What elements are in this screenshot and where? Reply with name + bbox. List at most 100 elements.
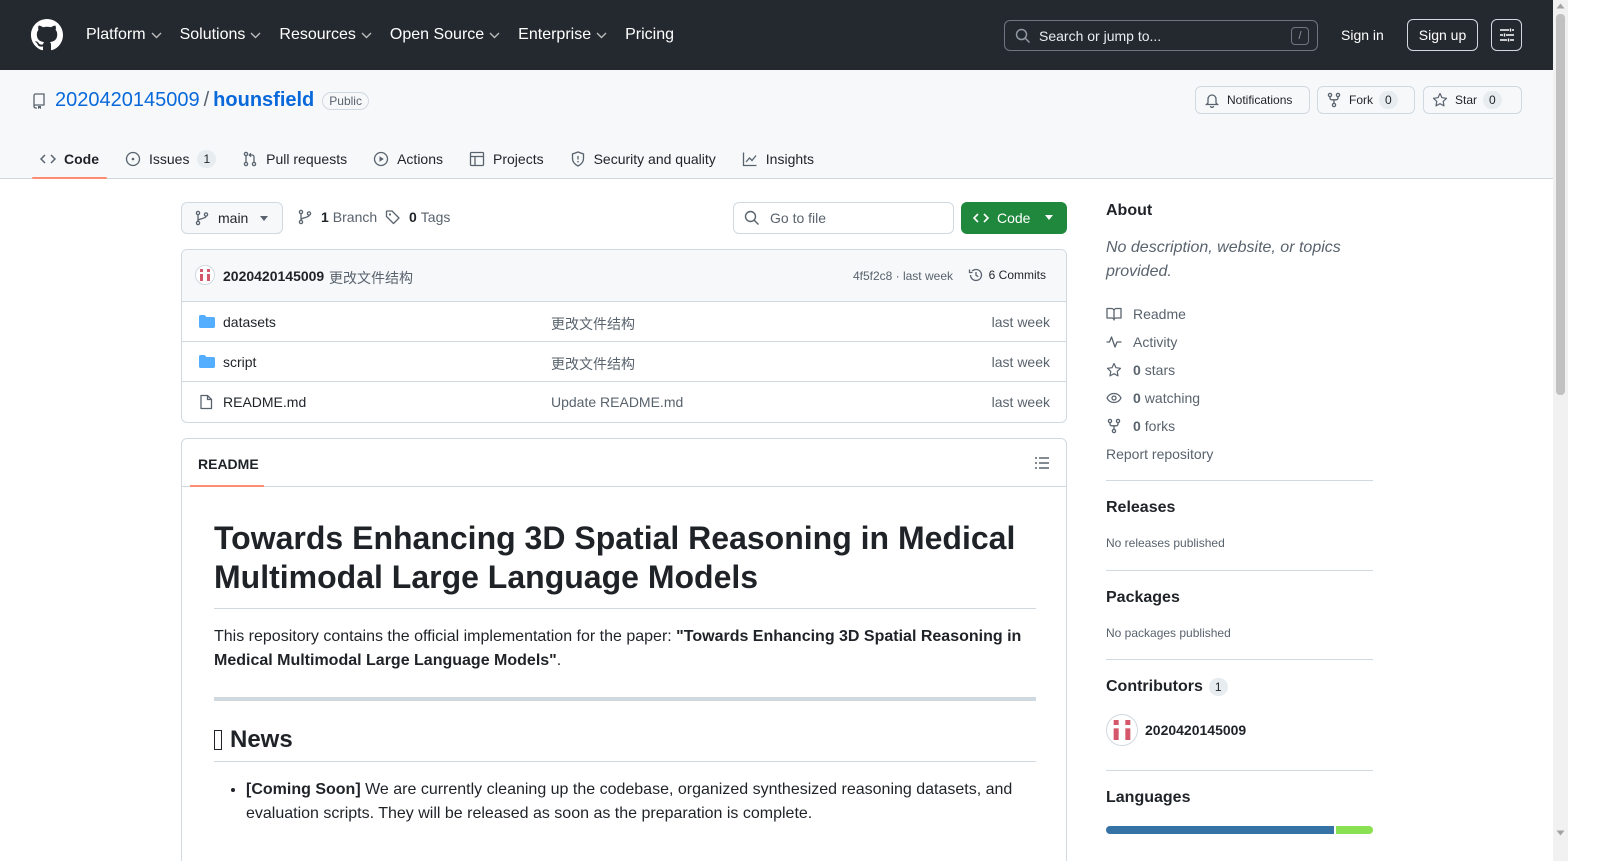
list-item: [Coming Soon] We are currently cleaning … xyxy=(246,778,1036,826)
menu-button[interactable] xyxy=(1491,19,1522,51)
tab-insights[interactable]: Insights xyxy=(734,140,822,178)
nav-label: Pricing xyxy=(625,26,674,43)
repo-sidebar: About No description, website, or topics… xyxy=(1106,202,1373,834)
file-name-link[interactable]: README.md xyxy=(223,394,306,410)
language-bar-segment xyxy=(1335,826,1373,834)
report-repository-link[interactable]: Report repository xyxy=(1106,440,1373,468)
star-label: Star xyxy=(1455,93,1478,107)
scroll-up-arrow-icon[interactable] xyxy=(1556,2,1565,10)
code-dropdown-button[interactable]: Code xyxy=(961,202,1067,234)
page-margin xyxy=(1568,0,1600,861)
scroll-down-arrow-icon[interactable] xyxy=(1556,829,1565,837)
file-commit-message[interactable]: Update README.md xyxy=(551,394,683,410)
contributor-item[interactable]: 2020420145009 xyxy=(1106,714,1373,746)
nav-enterprise[interactable]: Enterprise xyxy=(518,26,607,44)
commit-author-link[interactable]: 2020420145009 xyxy=(223,268,324,284)
star-button[interactable]: Star 0 xyxy=(1423,86,1522,114)
search-placeholder: Search or jump to... xyxy=(1039,27,1162,44)
global-search-input[interactable]: Search or jump to... / xyxy=(1004,20,1318,51)
readme-panel: README Towards Enhancing 3D Spatial Reas… xyxy=(181,438,1067,861)
repo-path-separator: / xyxy=(203,89,210,111)
readme-content: Towards Enhancing 3D Spatial Reasoning i… xyxy=(214,519,1036,826)
file-row[interactable]: datasets 更改文件结构 last week xyxy=(182,302,1066,342)
nav-resources[interactable]: Resources xyxy=(279,26,372,44)
file-name-link[interactable]: datasets xyxy=(223,314,276,330)
commit-hash-link[interactable]: 4f5f2c8 · last week xyxy=(853,269,953,283)
code-icon xyxy=(40,154,56,164)
tab-security[interactable]: Security and quality xyxy=(562,140,724,178)
table-icon xyxy=(469,151,485,167)
languages-title: Languages xyxy=(1106,789,1191,806)
history-icon xyxy=(968,268,982,282)
go-to-file-input[interactable]: Go to file xyxy=(733,202,954,234)
file-commit-message[interactable]: 更改文件结构 xyxy=(551,314,635,334)
file-icon xyxy=(200,394,213,410)
search-icon xyxy=(744,210,759,225)
nav-pricing[interactable]: Pricing xyxy=(625,26,674,44)
releases-section: Releases No releases published xyxy=(1106,480,1373,570)
tab-pull-requests[interactable]: Pull requests xyxy=(234,140,355,178)
repo-owner-link[interactable]: 2020420145009 xyxy=(55,89,200,112)
notifications-button[interactable]: Notifications xyxy=(1195,86,1310,114)
about-description: No description, website, or topics provi… xyxy=(1106,239,1341,280)
packages-heading[interactable]: Packages xyxy=(1106,589,1373,607)
chevron-down-icon xyxy=(151,32,162,38)
repo-title: 2020420145009 / hounsfield Public xyxy=(55,89,369,112)
file-name-link[interactable]: script xyxy=(223,354,256,370)
list-outline-icon[interactable] xyxy=(1034,455,1050,471)
stars-count: 0 xyxy=(1133,362,1141,378)
intro-suffix: . xyxy=(556,652,562,669)
forks-label: forks xyxy=(1144,418,1176,434)
fork-count: 0 xyxy=(1379,91,1398,109)
star-count: 0 xyxy=(1483,91,1502,109)
nav-open-source[interactable]: Open Source xyxy=(390,26,500,44)
fork-icon xyxy=(1327,92,1341,108)
file-row[interactable]: README.md Update README.md last week xyxy=(182,382,1066,422)
scrollbar-thumb[interactable] xyxy=(1556,14,1565,395)
file-table: 2020420145009 更改文件结构 4f5f2c8 · last week… xyxy=(181,249,1067,423)
sign-up-button[interactable]: Sign up xyxy=(1407,19,1478,51)
play-icon xyxy=(373,151,389,167)
watching-count: 0 xyxy=(1133,390,1141,406)
tags-link[interactable]: 0 Tags xyxy=(385,209,450,225)
stars-link[interactable]: 0 stars xyxy=(1106,356,1373,384)
repo-nav: Code Issues 1 Pull requests Actions Proj… xyxy=(32,140,832,179)
star-icon xyxy=(1432,92,1448,107)
commits-history-link[interactable]: 6 Commits xyxy=(968,267,1046,283)
tab-code[interactable]: Code xyxy=(32,140,107,179)
repo-header: 2020420145009 / hounsfield Public Notifi… xyxy=(0,70,1553,179)
tab-actions[interactable]: Actions xyxy=(365,140,451,178)
tab-issues[interactable]: Issues 1 xyxy=(117,140,224,178)
avatar[interactable] xyxy=(195,265,215,285)
releases-heading[interactable]: Releases xyxy=(1106,499,1373,517)
activity-link[interactable]: Activity xyxy=(1106,328,1373,356)
contributors-section: Contributors 1 2020420145009 xyxy=(1106,659,1373,770)
sign-in-link[interactable]: Sign in xyxy=(1341,27,1384,43)
repo-name-link[interactable]: hounsfield xyxy=(213,89,314,112)
nav-label: Open Source xyxy=(389,26,485,43)
forks-count: 0 xyxy=(1133,418,1141,434)
readme-link[interactable]: Readme xyxy=(1106,300,1373,328)
pulse-icon xyxy=(1106,336,1122,348)
watching-link[interactable]: 0 watching xyxy=(1106,384,1373,412)
tab-label: Insights xyxy=(765,151,815,167)
file-row[interactable]: script 更改文件结构 last week xyxy=(182,342,1066,382)
branch-select-button[interactable]: main xyxy=(181,202,283,234)
contributors-heading[interactable]: Contributors 1 xyxy=(1106,678,1373,696)
nav-platform[interactable]: Platform xyxy=(86,26,162,44)
forks-link[interactable]: 0 forks xyxy=(1106,412,1373,440)
fork-button[interactable]: Fork 0 xyxy=(1317,86,1415,114)
bell-icon xyxy=(1204,94,1220,108)
global-header: Platform Solutions Resources Open Source… xyxy=(0,0,1553,70)
news-tag: [Coming Soon] xyxy=(246,781,361,798)
github-logo-icon[interactable] xyxy=(31,19,63,51)
file-commit-message[interactable]: 更改文件结构 xyxy=(551,354,635,374)
shield-icon xyxy=(571,151,584,167)
readme-tab[interactable]: README xyxy=(190,456,264,487)
tab-projects[interactable]: Projects xyxy=(461,140,552,178)
commit-message-link[interactable]: 更改文件结构 xyxy=(329,268,413,288)
languages-section: Languages xyxy=(1106,770,1373,834)
branches-link[interactable]: 1 Branch xyxy=(297,209,377,225)
tab-label: Projects xyxy=(493,151,544,167)
nav-solutions[interactable]: Solutions xyxy=(180,26,262,44)
